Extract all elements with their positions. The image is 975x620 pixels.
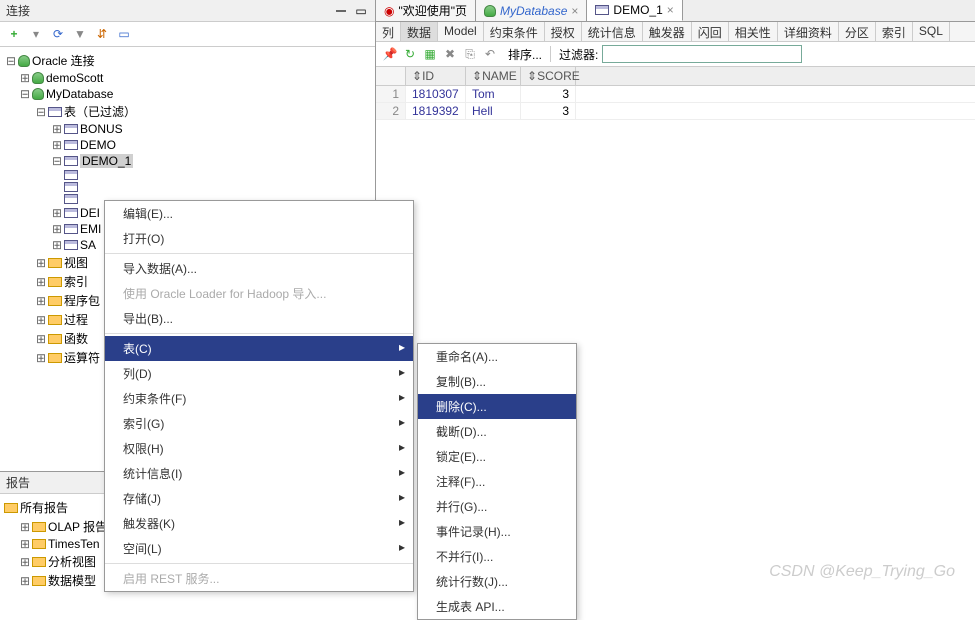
add-icon[interactable]: + — [6, 26, 22, 42]
menu-storage[interactable]: 存储(J)▸ — [105, 486, 413, 511]
submenu-delete[interactable]: 删除(C)... — [418, 394, 576, 419]
menu-column[interactable]: 列(D)▸ — [105, 361, 413, 386]
menu-export[interactable]: 导出(B)... — [105, 306, 413, 331]
tab-demo1[interactable]: DEMO_1× — [587, 0, 682, 21]
subtab-sql[interactable]: SQL — [913, 22, 950, 41]
menu-space[interactable]: 空间(L)▸ — [105, 536, 413, 561]
menu-separator — [105, 333, 413, 334]
grid-row[interactable]: 2 1819392 Hell 3 — [376, 103, 975, 120]
menu-stats[interactable]: 统计信息(I)▸ — [105, 461, 413, 486]
subtab-grants[interactable]: 授权 — [545, 22, 582, 41]
menu-table[interactable]: 表(C)▸ — [105, 336, 413, 361]
dropdown-icon[interactable]: ▾ — [28, 26, 44, 42]
copy-icon[interactable]: ⎘ — [462, 46, 478, 62]
submenu-genapi[interactable]: 生成表 API... — [418, 594, 576, 619]
submenu-copy[interactable]: 复制(B)... — [418, 369, 576, 394]
subtab-indexes[interactable]: 索引 — [876, 22, 913, 41]
editor-tabs: ◉"欢迎使用"页 MyDatabase× DEMO_1× — [376, 0, 975, 22]
tree-table-selected[interactable]: ⊟DEMO_1 — [2, 153, 373, 169]
chevron-right-icon: ▸ — [399, 490, 405, 504]
menu-index[interactable]: 索引(G)▸ — [105, 411, 413, 436]
chevron-right-icon: ▸ — [399, 515, 405, 529]
dock-icon[interactable]: ▭ — [353, 3, 369, 19]
submenu-comment[interactable]: 注释(F)... — [418, 469, 576, 494]
grid-header: ⇕ ID ⇕ NAME ⇕ SCORE — [376, 67, 975, 86]
tree-tables[interactable]: ⊟表（已过滤） — [2, 102, 373, 121]
subtab-partitions[interactable]: 分区 — [839, 22, 876, 41]
submenu-countrows[interactable]: 统计行数(J)... — [418, 569, 576, 594]
tree-table[interactable]: ⊞BONUS — [2, 121, 373, 137]
chevron-right-icon: ▸ — [399, 415, 405, 429]
chevron-right-icon: ▸ — [399, 440, 405, 454]
filter-label: 过滤器: — [559, 46, 598, 63]
submenu-noparallel[interactable]: 不并行(I)... — [418, 544, 576, 569]
submenu-lock[interactable]: 锁定(E)... — [418, 444, 576, 469]
refresh-icon[interactable]: ⟳ — [50, 26, 66, 42]
menu-rest: 启用 REST 服务... — [105, 566, 413, 591]
submenu-rename[interactable]: 重命名(A)... — [418, 344, 576, 369]
connections-toolbar: + ▾ ⟳ ▼ ⇵ ▭ — [0, 22, 375, 47]
tree-col[interactable] — [2, 181, 373, 193]
pin-icon[interactable]: 📌 — [382, 46, 398, 62]
menu-open[interactable]: 打开(O) — [105, 226, 413, 251]
subtab-stats[interactable]: 统计信息 — [582, 22, 643, 41]
subtab-deps[interactable]: 相关性 — [729, 22, 778, 41]
menu-constraint[interactable]: 约束条件(F)▸ — [105, 386, 413, 411]
subtab-flashback[interactable]: 闪回 — [692, 22, 729, 41]
subtab-details[interactable]: 详细资料 — [778, 22, 839, 41]
chevron-right-icon: ▸ — [399, 540, 405, 554]
tree-conn[interactable]: ⊟MyDatabase — [2, 86, 373, 102]
submenu-parallel[interactable]: 并行(G)... — [418, 494, 576, 519]
undo-icon[interactable]: ↶ — [482, 46, 498, 62]
context-submenu-table[interactable]: 重命名(A)... 复制(B)... 删除(C)... 截断(D)... 锁定(… — [417, 343, 577, 620]
menu-separator — [105, 253, 413, 254]
submenu-events[interactable]: 事件记录(H)... — [418, 519, 576, 544]
col-id[interactable]: ⇕ ID — [406, 67, 466, 85]
col-score[interactable]: ⇕ SCORE — [521, 67, 576, 85]
sort-link[interactable]: 排序... — [508, 46, 542, 63]
menu-import[interactable]: 导入数据(A)... — [105, 256, 413, 281]
filter-input[interactable] — [602, 45, 802, 63]
tree-root[interactable]: ⊟Oracle 连接 — [2, 51, 373, 70]
tree-conn[interactable]: ⊞demoScott — [2, 70, 373, 86]
list-icon[interactable]: ▭ — [116, 26, 132, 42]
chevron-right-icon: ▸ — [399, 340, 405, 354]
tree-icon[interactable]: ⇵ — [94, 26, 110, 42]
close-icon[interactable]: × — [667, 3, 674, 17]
chevron-right-icon: ▸ — [399, 365, 405, 379]
submenu-truncate[interactable]: 截断(D)... — [418, 419, 576, 444]
grid-row[interactable]: 1 1810307 Tom 3 — [376, 86, 975, 103]
chevron-right-icon: ▸ — [399, 390, 405, 404]
subtabs: 列 数据 Model 约束条件 授权 统计信息 触发器 闪回 相关性 详细资料 … — [376, 22, 975, 42]
subtab-constraints[interactable]: 约束条件 — [484, 22, 545, 41]
subtab-triggers[interactable]: 触发器 — [643, 22, 692, 41]
panel-title: 连接 — [6, 2, 333, 19]
context-menu-main[interactable]: 编辑(E)... 打开(O) 导入数据(A)... 使用 Oracle Load… — [104, 200, 414, 592]
menu-edit[interactable]: 编辑(E)... — [105, 201, 413, 226]
chevron-right-icon: ▸ — [399, 465, 405, 479]
menu-privilege[interactable]: 权限(H)▸ — [105, 436, 413, 461]
menu-separator — [105, 563, 413, 564]
tree-col[interactable] — [2, 169, 373, 181]
tab-welcome[interactable]: ◉"欢迎使用"页 — [376, 0, 476, 21]
data-toolbar: 📌 ↻ ▦ ✖ ⎘ ↶ 排序... 过滤器: — [376, 42, 975, 67]
col-name[interactable]: ⇕ NAME — [466, 67, 521, 85]
subtab-data[interactable]: 数据 — [401, 22, 438, 41]
delete-row-icon[interactable]: ✖ — [442, 46, 458, 62]
subtab-columns[interactable]: 列 — [376, 22, 401, 41]
tree-table[interactable]: ⊞DEMO — [2, 137, 373, 153]
tab-mydatabase[interactable]: MyDatabase× — [476, 0, 587, 21]
panel-header: 连接 ▭ — [0, 0, 375, 22]
data-grid: ⇕ ID ⇕ NAME ⇕ SCORE 1 1810307 Tom 3 2 18… — [376, 67, 975, 120]
menu-trigger[interactable]: 触发器(K)▸ — [105, 511, 413, 536]
minimize-icon[interactable] — [333, 3, 349, 19]
refresh-icon[interactable]: ↻ — [402, 46, 418, 62]
close-icon[interactable]: × — [571, 4, 578, 18]
menu-import-hadoop: 使用 Oracle Loader for Hadoop 导入... — [105, 281, 413, 306]
subtab-model[interactable]: Model — [438, 22, 484, 41]
add-row-icon[interactable]: ▦ — [422, 46, 438, 62]
filter-icon[interactable]: ▼ — [72, 26, 88, 42]
